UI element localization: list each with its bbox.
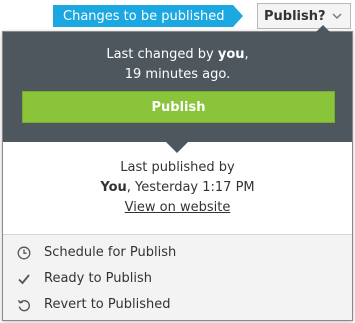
menu-item-schedule[interactable]: Schedule for Publish: [3, 241, 352, 265]
menu-item-schedule-label: Schedule for Publish: [44, 245, 177, 260]
menu-item-revert[interactable]: Revert to Published: [3, 293, 352, 317]
view-on-website: View on website: [3, 200, 352, 215]
publish-toggle-label: Publish?: [264, 8, 326, 24]
top-bar: Changes to be published Publish?: [0, 0, 355, 32]
status-tag: Changes to be published: [53, 5, 243, 27]
menu-item-revert-label: Revert to Published: [44, 297, 171, 312]
last-published-user: You: [100, 180, 127, 195]
publish-header: Last changed by you, 19 minutes ago. Pub…: [3, 25, 352, 142]
revert-icon: [17, 299, 30, 312]
last-published-detail: You, Yesterday 1:17 PM: [3, 180, 352, 195]
last-published-time: , Yesterday 1:17 PM: [126, 180, 255, 195]
panel-caret: [316, 25, 330, 32]
publish-button-label: Publish: [151, 99, 206, 115]
menu-item-ready-label: Ready to Publish: [44, 271, 153, 286]
last-changed-suffix: ,: [244, 47, 249, 62]
last-published-info: Last published by You, Yesterday 1:17 PM…: [3, 142, 352, 232]
publish-panel: Last changed by you, 19 minutes ago. Pub…: [2, 25, 353, 321]
last-changed-text: Last changed by you,: [3, 47, 352, 62]
chevron-down-icon: [332, 13, 342, 19]
publish-dropdown-toggle[interactable]: Publish?: [257, 3, 351, 29]
publish-menu: Schedule for Publish Ready to Publish Re…: [3, 234, 352, 320]
clock-icon: [17, 246, 31, 260]
publish-button[interactable]: Publish: [22, 91, 335, 123]
status-tag-label: Changes to be published: [63, 8, 225, 24]
last-changed-time: 19 minutes ago.: [124, 67, 231, 82]
checkmark-icon: [18, 274, 30, 285]
view-on-website-link[interactable]: View on website: [125, 200, 231, 215]
last-changed-user: you: [217, 47, 245, 62]
last-changed-prefix: Last changed by: [106, 47, 218, 62]
menu-item-ready[interactable]: Ready to Publish: [3, 267, 352, 291]
last-published-label: Last published by: [120, 160, 235, 175]
